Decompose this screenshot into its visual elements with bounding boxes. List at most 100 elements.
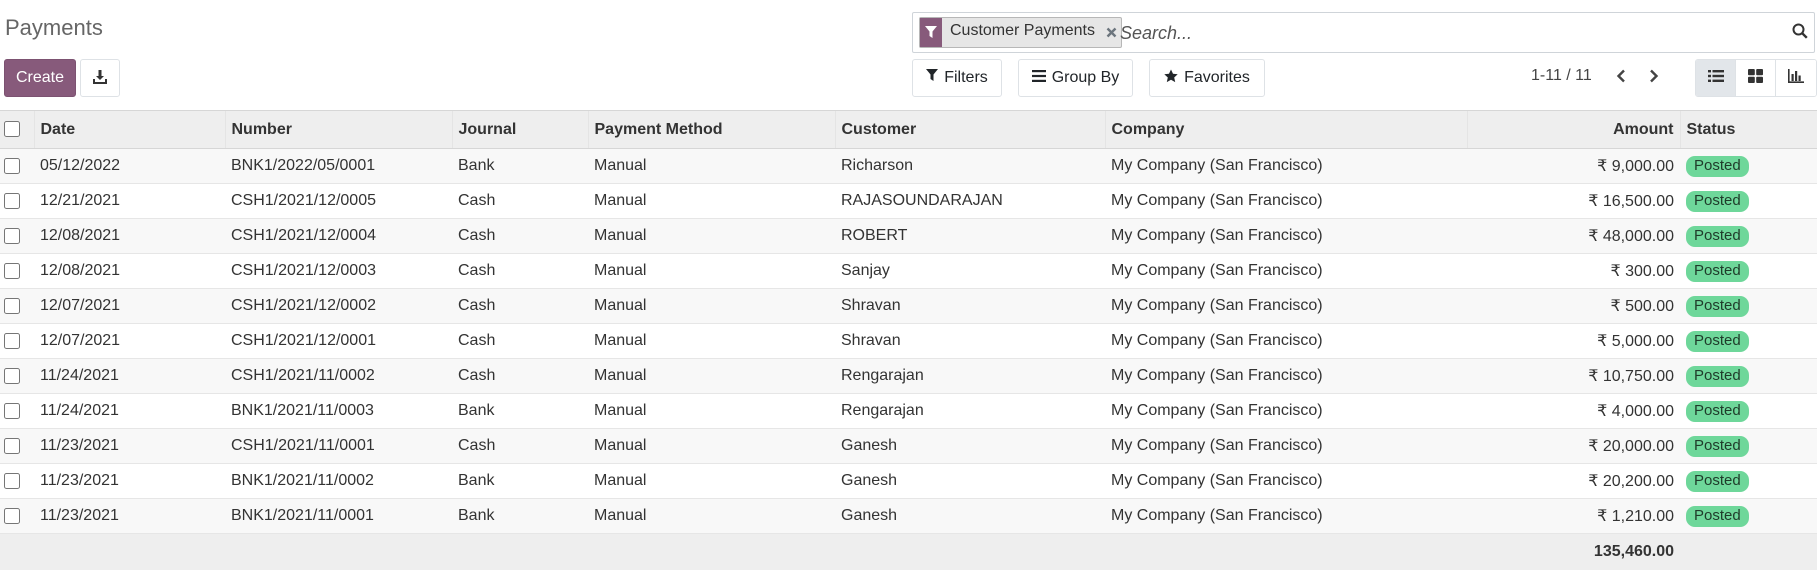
- select-all-checkbox[interactable]: [4, 121, 20, 138]
- cell-date: 11/24/2021: [34, 393, 225, 429]
- row-checkbox[interactable]: [4, 192, 20, 209]
- favorites-label: Favorites: [1184, 69, 1250, 86]
- status-badge: Posted: [1686, 225, 1749, 247]
- footer-cell: [34, 533, 225, 570]
- list-view-button[interactable]: [1696, 60, 1736, 96]
- group-by-button[interactable]: Group By: [1018, 59, 1133, 97]
- star-icon: [1164, 69, 1178, 88]
- column-header-amount[interactable]: Amount: [1466, 110, 1680, 149]
- table-row[interactable]: 12/07/2021 CSH1/2021/12/0002 Cash Manual Shr…: [0, 288, 1817, 324]
- cell-payment-method: Manual: [588, 148, 835, 184]
- row-checkbox[interactable]: [4, 157, 20, 174]
- cell-journal: Cash: [452, 253, 588, 289]
- filter-icon: [926, 69, 939, 87]
- favorites-button[interactable]: Favorites: [1149, 59, 1265, 97]
- column-header-company[interactable]: Company: [1104, 110, 1467, 149]
- row-checkbox[interactable]: [4, 507, 20, 524]
- cell-status: Posted: [1680, 463, 1817, 499]
- search-input[interactable]: [1120, 19, 1760, 47]
- footer-cell: [1680, 533, 1817, 570]
- row-checkbox[interactable]: [4, 402, 20, 419]
- row-checkbox[interactable]: [4, 227, 20, 244]
- row-checkbox[interactable]: [4, 297, 20, 314]
- facet-label: Customer Payments: [950, 22, 1095, 39]
- cell-status: Posted: [1680, 253, 1817, 289]
- cell-amount: ₹ 10,750.00: [1467, 358, 1680, 394]
- status-badge: Posted: [1686, 260, 1749, 282]
- chevron-right-icon: [1649, 69, 1659, 88]
- column-header-date[interactable]: Date: [33, 110, 225, 149]
- kanban-view-button[interactable]: [1736, 60, 1776, 96]
- pager-next-button[interactable]: [1643, 66, 1665, 90]
- row-checkbox[interactable]: [4, 367, 20, 384]
- cell-customer: Rengarajan: [835, 393, 1105, 429]
- cell-payment-method: Manual: [588, 218, 835, 254]
- cell-number: CSH1/2021/12/0002: [225, 288, 452, 324]
- search-facet: Customer Payments: [919, 17, 1122, 48]
- footer-cell: [1105, 533, 1467, 570]
- cell-payment-method: Manual: [588, 288, 835, 324]
- cell-customer: Sanjay: [835, 253, 1105, 289]
- column-header-status[interactable]: Status: [1679, 110, 1817, 149]
- cell-payment-method: Manual: [588, 498, 835, 534]
- pager-value[interactable]: 1-11 / 11: [1531, 67, 1592, 85]
- status-badge: Posted: [1686, 330, 1749, 352]
- cell-journal: Bank: [452, 393, 588, 429]
- bars-icon: [1031, 69, 1046, 87]
- cell-customer: Ganesh: [835, 428, 1105, 464]
- filters-button[interactable]: Filters: [912, 59, 1002, 97]
- table-row[interactable]: 12/21/2021 CSH1/2021/12/0005 Cash Manual RAJ…: [0, 183, 1817, 219]
- status-badge: Posted: [1686, 505, 1749, 527]
- row-checkbox[interactable]: [4, 437, 20, 454]
- row-checkbox[interactable]: [4, 262, 20, 279]
- table-row[interactable]: 12/07/2021 CSH1/2021/12/0001 Cash Manual Shr…: [0, 323, 1817, 359]
- select-all-cell: [0, 110, 34, 149]
- row-checkbox[interactable]: [4, 472, 20, 489]
- row-select-cell: [0, 323, 34, 359]
- cell-amount: ₹ 500.00: [1467, 288, 1680, 324]
- table-row[interactable]: 11/24/2021 BNK1/2021/11/0003 Bank Manual Ren…: [0, 393, 1817, 429]
- pager-previous-button[interactable]: [1610, 66, 1632, 90]
- row-checkbox[interactable]: [4, 332, 20, 349]
- table-row[interactable]: 11/23/2021 BNK1/2021/11/0001 Bank Manual Gan…: [0, 498, 1817, 534]
- column-header-payment-method[interactable]: Payment Method: [587, 110, 835, 149]
- cell-date: 12/07/2021: [34, 323, 225, 359]
- search-icon[interactable]: [1792, 23, 1808, 44]
- cell-company: My Company (San Francisco): [1105, 463, 1467, 499]
- table-row[interactable]: 12/08/2021 CSH1/2021/12/0004 Cash Manual ROB…: [0, 218, 1817, 254]
- status-badge: Posted: [1686, 470, 1749, 492]
- cell-journal: Cash: [452, 428, 588, 464]
- table-row[interactable]: 11/24/2021 CSH1/2021/11/0002 Cash Manual Ren…: [0, 358, 1817, 394]
- cell-company: My Company (San Francisco): [1105, 393, 1467, 429]
- cell-number: BNK1/2021/11/0003: [225, 393, 452, 429]
- cell-number: CSH1/2021/11/0001: [225, 428, 452, 464]
- download-button[interactable]: [80, 59, 120, 97]
- table-row[interactable]: 11/23/2021 CSH1/2021/11/0001 Cash Manual Gan…: [0, 428, 1817, 464]
- table-row[interactable]: 12/08/2021 CSH1/2021/12/0003 Cash Manual San…: [0, 253, 1817, 289]
- cell-company: My Company (San Francisco): [1105, 253, 1467, 289]
- row-select-cell: [0, 253, 34, 289]
- cell-status: Posted: [1680, 498, 1817, 534]
- cell-date: 11/24/2021: [34, 358, 225, 394]
- row-select-cell: [0, 498, 34, 534]
- cell-amount: ₹ 1,210.00: [1467, 498, 1680, 534]
- cell-company: My Company (San Francisco): [1105, 288, 1467, 324]
- close-icon[interactable]: [1103, 18, 1121, 47]
- cell-amount: ₹ 20,000.00: [1467, 428, 1680, 464]
- column-header-number[interactable]: Number: [224, 110, 452, 149]
- status-badge: Posted: [1686, 155, 1749, 177]
- create-button[interactable]: Create: [4, 59, 76, 97]
- cell-amount: ₹ 9,000.00: [1467, 148, 1680, 184]
- table-row[interactable]: 11/23/2021 BNK1/2021/11/0002 Bank Manual Gan…: [0, 463, 1817, 499]
- cell-status: Posted: [1680, 288, 1817, 324]
- footer-cell: [225, 533, 452, 570]
- column-header-customer[interactable]: Customer: [834, 110, 1105, 149]
- cell-company: My Company (San Francisco): [1105, 428, 1467, 464]
- table-body: 05/12/2022 BNK1/2022/05/0001 Bank Manual Ric…: [0, 148, 1817, 534]
- graph-view-button[interactable]: [1776, 60, 1816, 96]
- column-header-journal[interactable]: Journal: [451, 110, 588, 149]
- table-row[interactable]: 05/12/2022 BNK1/2022/05/0001 Bank Manual Ric…: [0, 148, 1817, 184]
- cell-company: My Company (San Francisco): [1105, 498, 1467, 534]
- cell-amount: ₹ 300.00: [1467, 253, 1680, 289]
- filter-icon: [920, 18, 942, 47]
